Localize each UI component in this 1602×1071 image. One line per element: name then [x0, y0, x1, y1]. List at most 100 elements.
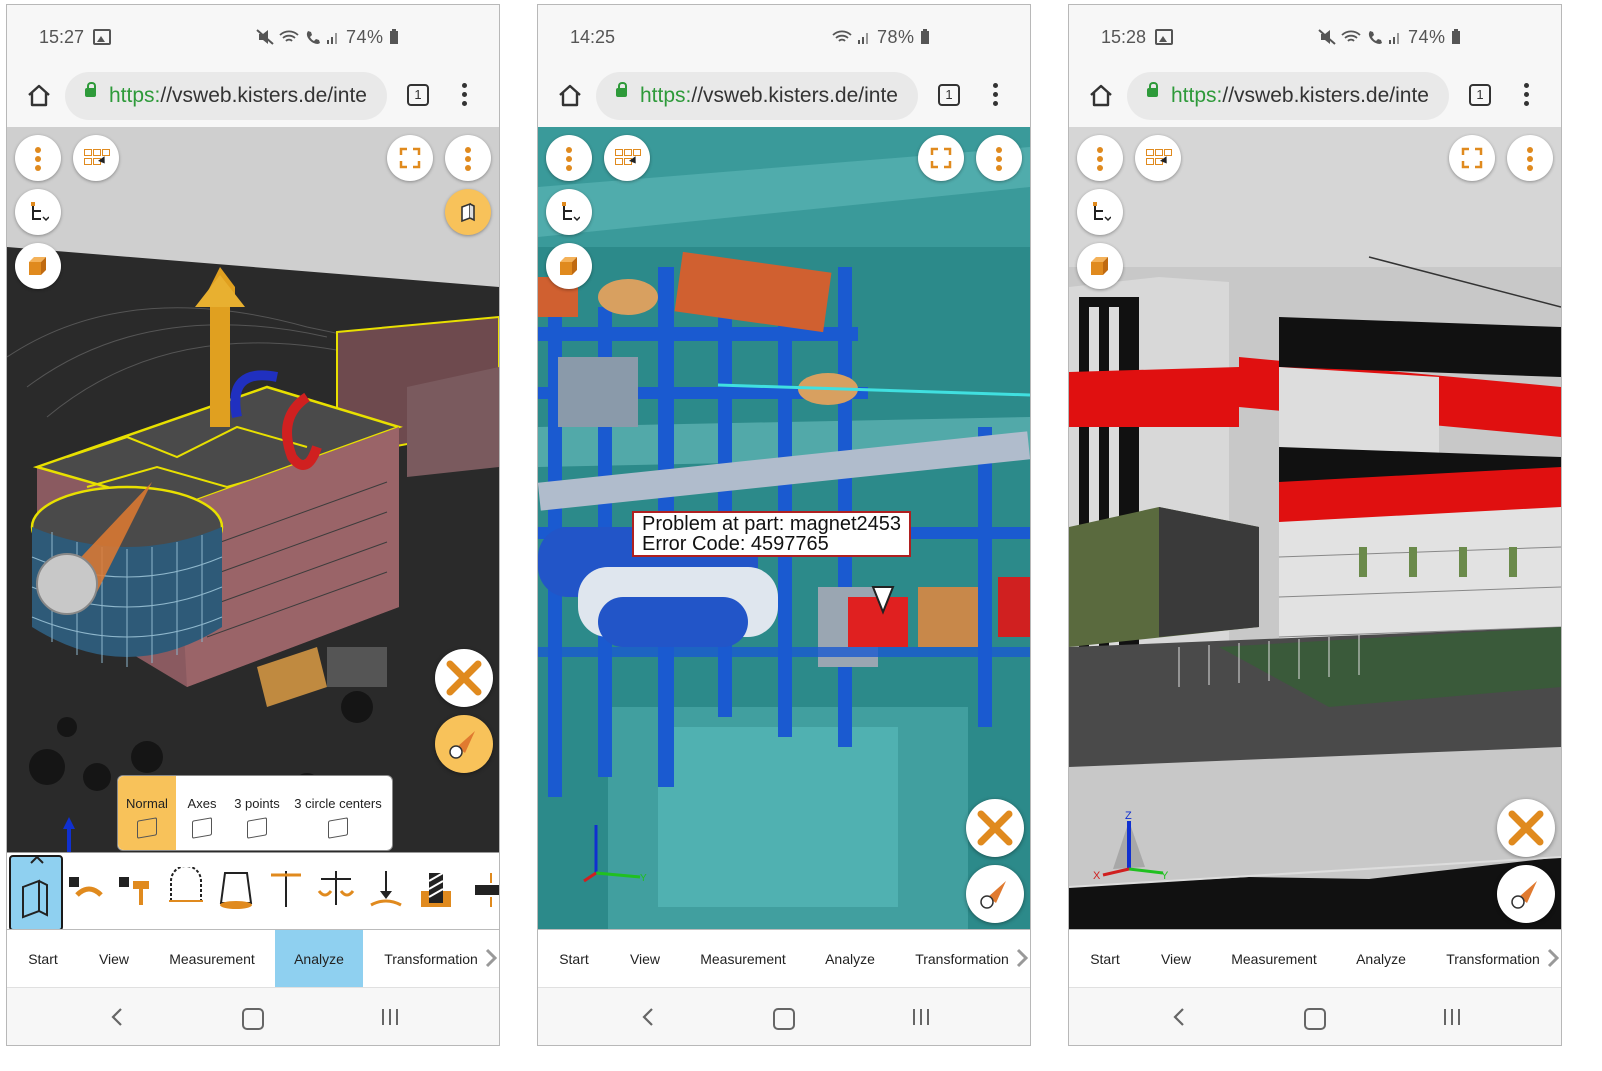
menu-fab-left[interactable]: [15, 135, 61, 181]
close-fab[interactable]: [966, 799, 1024, 857]
wifi-icon: [1341, 30, 1362, 42]
android-nav-bar: [538, 987, 1030, 1045]
recent-apps-icon[interactable]: [911, 1008, 931, 1026]
tab-switcher-button[interactable]: 1: [1469, 84, 1491, 106]
fullscreen-fab[interactable]: [918, 135, 964, 181]
tab-analyze[interactable]: Analyze: [806, 930, 894, 988]
signal-icon: [327, 33, 338, 44]
align-option-normal[interactable]: Normal: [118, 776, 176, 850]
url-text: https://vsweb.kisters.de/inte: [109, 84, 367, 107]
model-tree-fab[interactable]: [1077, 189, 1123, 235]
3d-viewport[interactable]: Problem at part: magnet2453 Error Code: …: [538, 127, 1030, 929]
back-icon[interactable]: [1172, 1008, 1186, 1026]
browser-menu-icon[interactable]: [461, 83, 467, 109]
tab-start[interactable]: Start: [1069, 930, 1141, 988]
fullscreen-fab[interactable]: [387, 135, 433, 181]
draft-angle-tool-icon[interactable]: [217, 867, 255, 911]
mute-icon: [256, 29, 274, 45]
home-icon[interactable]: [556, 82, 584, 110]
wall-thickness-tool-icon[interactable]: [167, 867, 205, 911]
model-tree-fab[interactable]: [15, 189, 61, 235]
fullscreen-fab[interactable]: [1449, 135, 1495, 181]
align-option-axes[interactable]: Axes: [176, 776, 228, 850]
home-nav-icon[interactable]: [773, 1008, 795, 1030]
close-fab[interactable]: [1497, 799, 1555, 857]
menu-fab-left[interactable]: [1077, 135, 1123, 181]
home-nav-icon[interactable]: [1304, 1008, 1326, 1030]
vertical-dots-icon: [1527, 147, 1533, 174]
section-tool-button[interactable]: [9, 855, 63, 929]
tab-measurement[interactable]: Measurement: [1211, 930, 1337, 988]
tab-view[interactable]: View: [1141, 930, 1211, 988]
more-tools-icon[interactable]: [467, 867, 499, 911]
browser-menu-icon[interactable]: [1523, 83, 1529, 109]
menu-fab-right[interactable]: [445, 135, 491, 181]
close-fab[interactable]: [435, 649, 493, 707]
align-option-3-points[interactable]: 3 points: [228, 776, 286, 850]
clearance-tool-icon[interactable]: [117, 867, 155, 911]
weight-balance-tool-icon[interactable]: [317, 867, 355, 911]
image-notification-icon: [1155, 29, 1173, 45]
tab-switcher-button[interactable]: 1: [938, 84, 960, 106]
tab-transformation[interactable]: Transformation: [894, 930, 1030, 988]
tab-transformation[interactable]: Transformation: [363, 930, 499, 988]
menu-fab-left[interactable]: [546, 135, 592, 181]
address-field[interactable]: https://vsweb.kisters.de/inte: [596, 72, 918, 120]
address-field[interactable]: https://vsweb.kisters.de/inte: [1127, 72, 1449, 120]
view-cube-fab[interactable]: [1077, 243, 1123, 289]
probe-fab[interactable]: [435, 715, 493, 773]
menu-fab-right[interactable]: [976, 135, 1022, 181]
signal-icon: [858, 33, 869, 44]
home-nav-icon[interactable]: [242, 1008, 264, 1030]
tab-start[interactable]: Start: [7, 930, 79, 988]
tab-view[interactable]: View: [610, 930, 680, 988]
grid-select-icon: [84, 149, 110, 167]
tab-analyze[interactable]: Analyze: [275, 930, 363, 988]
chevron-right-icon[interactable]: [1547, 948, 1559, 968]
tab-start[interactable]: Start: [538, 930, 610, 988]
back-icon[interactable]: [641, 1008, 655, 1026]
probe-fab[interactable]: [966, 865, 1024, 923]
select-mode-fab[interactable]: [604, 135, 650, 181]
model-tree-fab[interactable]: [546, 189, 592, 235]
tab-analyze[interactable]: Analyze: [1337, 930, 1425, 988]
3d-viewport[interactable]: Normal Axes 3 points 3 circle centers: [7, 127, 499, 929]
hatch-section-tool-icon[interactable]: [417, 867, 455, 911]
select-mode-fab[interactable]: [73, 135, 119, 181]
back-icon[interactable]: [110, 1008, 124, 1026]
collision-tool-icon[interactable]: [67, 867, 105, 911]
browser-menu-icon[interactable]: [992, 83, 998, 109]
probe-fab[interactable]: [1497, 865, 1555, 923]
axis-y-label: Y: [1161, 870, 1169, 879]
cube-icon: [1091, 257, 1108, 275]
view-cube-fab[interactable]: [15, 243, 61, 289]
chevron-right-icon[interactable]: [1016, 948, 1028, 968]
vertical-dots-icon: [566, 147, 572, 174]
close-icon: [446, 660, 482, 696]
recent-apps-icon[interactable]: [380, 1008, 400, 1026]
home-icon[interactable]: [1087, 82, 1115, 110]
tab-switcher-button[interactable]: 1: [407, 84, 429, 106]
ribbon-tab-bar: Start View Measurement Analyze Transform…: [538, 929, 1030, 988]
recent-apps-icon[interactable]: [1442, 1008, 1462, 1026]
tab-measurement[interactable]: Measurement: [149, 930, 275, 988]
3d-viewport[interactable]: Z Y X: [1069, 127, 1561, 929]
tab-view[interactable]: View: [79, 930, 149, 988]
problem-annotation[interactable]: Problem at part: magnet2453 Error Code: …: [632, 511, 912, 557]
align-option-3-circle-centers[interactable]: 3 circle centers: [286, 776, 390, 850]
select-mode-fab[interactable]: [1135, 135, 1181, 181]
menu-fab-right[interactable]: [1507, 135, 1553, 181]
wifi-icon: [832, 30, 852, 42]
ground-plane-tool-icon[interactable]: [367, 867, 405, 911]
fullscreen-icon: [930, 147, 952, 169]
tab-measurement[interactable]: Measurement: [680, 930, 806, 988]
section-fab[interactable]: [445, 189, 491, 235]
lock-icon: [1147, 82, 1158, 97]
ribbon-tab-bar: Start View Measurement Analyze Transform…: [7, 929, 499, 988]
address-field[interactable]: https://vsweb.kisters.de/inte: [65, 72, 387, 120]
chevron-right-icon[interactable]: [485, 948, 497, 968]
view-cube-fab[interactable]: [546, 243, 592, 289]
home-icon[interactable]: [25, 82, 53, 110]
distance-tool-icon[interactable]: [267, 867, 305, 911]
tab-transformation[interactable]: Transformation: [1425, 930, 1561, 988]
